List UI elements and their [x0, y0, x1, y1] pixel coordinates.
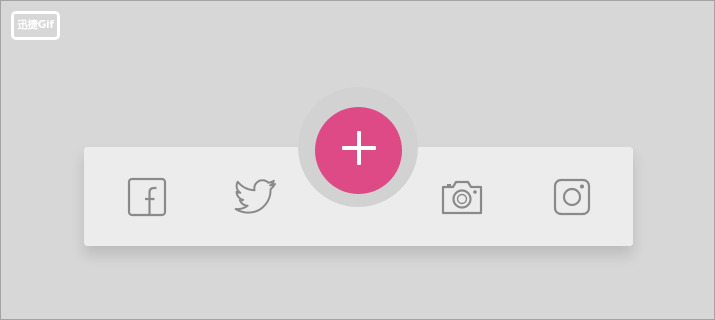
twitter-icon: [231, 177, 279, 217]
camera-icon: [440, 177, 484, 217]
add-fab-button[interactable]: [315, 107, 402, 194]
plus-icon: [341, 130, 377, 171]
facebook-button[interactable]: [107, 147, 187, 246]
canvas: 迅捷Gif: [0, 0, 715, 320]
camera-button[interactable]: [422, 147, 502, 246]
facebook-icon: [127, 177, 167, 217]
twitter-button[interactable]: [215, 147, 295, 246]
watermark-logo: 迅捷Gif: [11, 11, 60, 40]
instagram-button[interactable]: [532, 147, 612, 246]
instagram-icon: [552, 177, 592, 217]
